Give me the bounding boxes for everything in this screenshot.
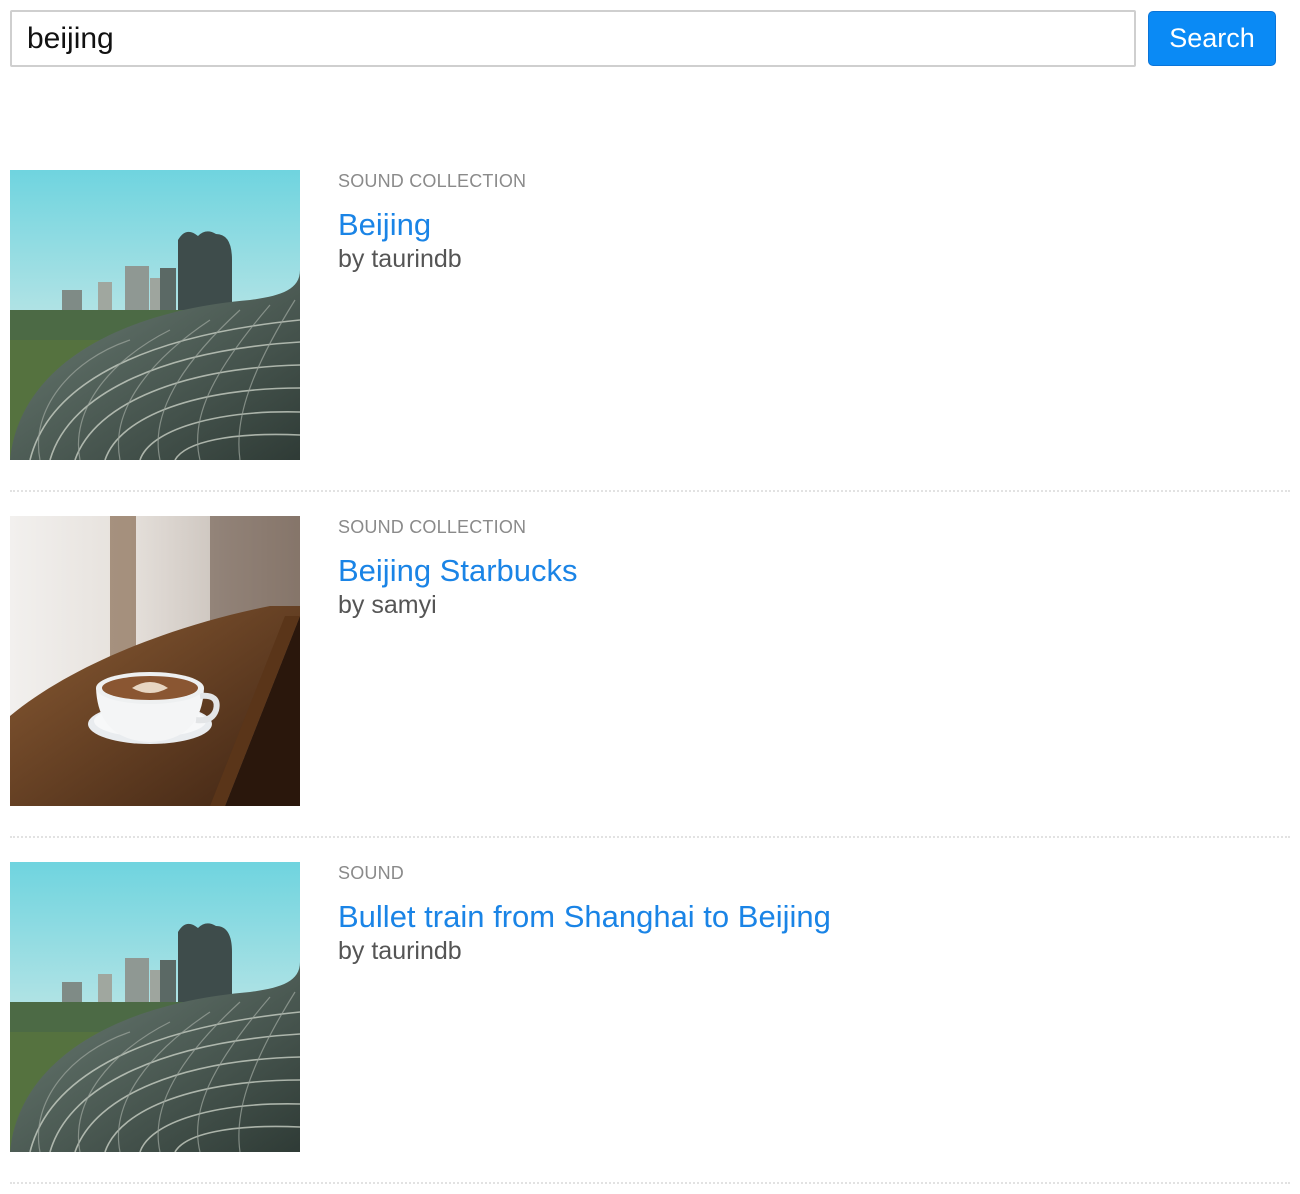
architecture-image: [10, 862, 300, 1152]
result-thumbnail[interactable]: [10, 170, 300, 460]
result-author: by taurindb: [338, 937, 462, 965]
result-info: SOUND Bullet train from Shanghai to Beij…: [338, 862, 831, 966]
result-title-link[interactable]: Bullet train from Shanghai to Beijing: [338, 899, 831, 935]
result-divider: [10, 490, 1290, 492]
result-divider: [10, 1182, 1290, 1184]
result-thumbnail[interactable]: [10, 516, 300, 806]
result-item: SOUND COLLECTION Beijing by taurindb: [10, 170, 1290, 516]
result-author: by taurindb: [338, 245, 462, 273]
result-thumbnail[interactable]: [10, 862, 300, 1152]
result-info: SOUND COLLECTION Beijing by taurindb: [338, 170, 526, 274]
search-bar: Search: [10, 10, 1276, 67]
coffee-image: [10, 516, 300, 806]
result-title-link[interactable]: Beijing Starbucks: [338, 553, 578, 589]
result-divider: [10, 836, 1290, 838]
search-results-page: Search: [0, 0, 1300, 1194]
architecture-image: [10, 170, 300, 460]
result-title-link[interactable]: Beijing: [338, 207, 526, 243]
result-info: SOUND COLLECTION Beijing Starbucks by sa…: [338, 516, 578, 620]
result-item: SOUND COLLECTION Beijing Starbucks by sa…: [10, 516, 1290, 862]
result-item: SOUND Bullet train from Shanghai to Beij…: [10, 862, 1290, 1194]
result-type-label: SOUND: [338, 863, 405, 883]
result-type-label: SOUND COLLECTION: [338, 171, 527, 191]
search-button[interactable]: Search: [1148, 11, 1276, 66]
result-author: by samyi: [338, 591, 437, 619]
result-type-label: SOUND COLLECTION: [338, 517, 527, 537]
search-input[interactable]: [10, 10, 1136, 67]
results-list: SOUND COLLECTION Beijing by taurindb SOU…: [10, 170, 1290, 1194]
